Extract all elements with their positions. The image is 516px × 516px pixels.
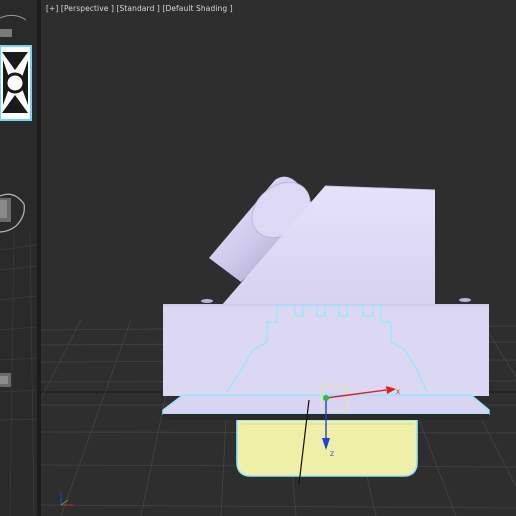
- gizmo-z-label: Z: [330, 451, 334, 458]
- viewport-plus-menu[interactable]: [+]: [46, 4, 58, 13]
- panel-button-top[interactable]: [0, 29, 12, 37]
- viewport-shading-menu[interactable]: [Default Shading ]: [162, 4, 232, 13]
- perspective-viewport[interactable]: X Z [+] [Perspective ] [Standard ] [Defa…: [41, 0, 516, 516]
- orbit-icon[interactable]: [0, 193, 25, 233]
- panel-arc-top: [0, 14, 27, 21]
- left-preview-panel: [0, 0, 37, 516]
- thumbnail-icon[interactable]: [0, 45, 32, 121]
- gizmo-x-label: X: [396, 389, 400, 396]
- viewport-mode-menu[interactable]: [Standard ]: [116, 4, 159, 13]
- model-base[interactable]: [236, 419, 418, 477]
- model-body[interactable]: [162, 171, 490, 420]
- viewport-view-menu[interactable]: [Perspective ]: [61, 4, 114, 13]
- viewport-label-bar: [+] [Perspective ] [Standard ] [Default …: [46, 4, 233, 13]
